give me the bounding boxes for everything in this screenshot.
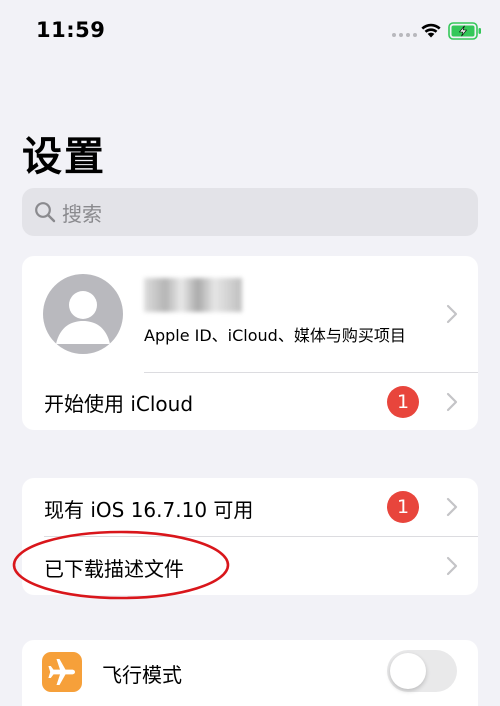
- icloud-setup-label: 开始使用 iCloud: [44, 392, 194, 416]
- airplane-icon: [42, 652, 82, 692]
- status-bar: 11:59: [0, 0, 500, 60]
- toggle-knob: [390, 653, 426, 689]
- search-placeholder: 搜索: [62, 201, 102, 226]
- chevron-right-icon: [446, 556, 458, 576]
- status-time: 11:59: [36, 18, 106, 42]
- airplane-mode-label: 飞行模式: [102, 663, 182, 687]
- chevron-right-icon: [446, 497, 458, 517]
- connectivity-section: 飞行模式: [22, 640, 478, 706]
- wifi-icon: [421, 23, 441, 38]
- chevron-right-icon: [446, 392, 458, 412]
- settings-screen: 11:59 设置 搜索 Apple ID、iCloud、媒体与购买项目 开始使用…: [0, 0, 500, 706]
- notification-badge: 1: [387, 491, 419, 523]
- airplane-mode-toggle[interactable]: [387, 650, 457, 692]
- updates-section: 现有 iOS 16.7.10 可用 1 已下载描述文件: [22, 478, 478, 595]
- battery-charging-icon: [448, 22, 481, 40]
- page-title: 设置: [22, 134, 106, 180]
- apple-id-row[interactable]: Apple ID、iCloud、媒体与购买项目: [22, 256, 478, 372]
- search-icon: [35, 202, 56, 223]
- account-section: Apple ID、iCloud、媒体与购买项目 开始使用 iCloud 1: [22, 256, 478, 430]
- chevron-right-icon: [446, 304, 458, 324]
- icloud-setup-row[interactable]: 开始使用 iCloud 1: [22, 373, 478, 430]
- ios-update-label: 现有 iOS 16.7.10 可用: [44, 498, 254, 522]
- airplane-mode-row: 飞行模式: [22, 640, 478, 704]
- downloaded-profiles-row[interactable]: 已下载描述文件: [22, 537, 478, 595]
- avatar: [43, 274, 123, 354]
- person-icon: [56, 291, 110, 344]
- account-subtitle: Apple ID、iCloud、媒体与购买项目: [144, 326, 406, 345]
- account-name-redacted: [144, 278, 242, 312]
- downloaded-profiles-label: 已下载描述文件: [44, 557, 184, 581]
- ios-update-row[interactable]: 现有 iOS 16.7.10 可用 1: [22, 478, 478, 536]
- search-input[interactable]: 搜索: [22, 188, 478, 236]
- cellular-signal-icon: [392, 33, 417, 37]
- notification-badge: 1: [387, 386, 419, 418]
